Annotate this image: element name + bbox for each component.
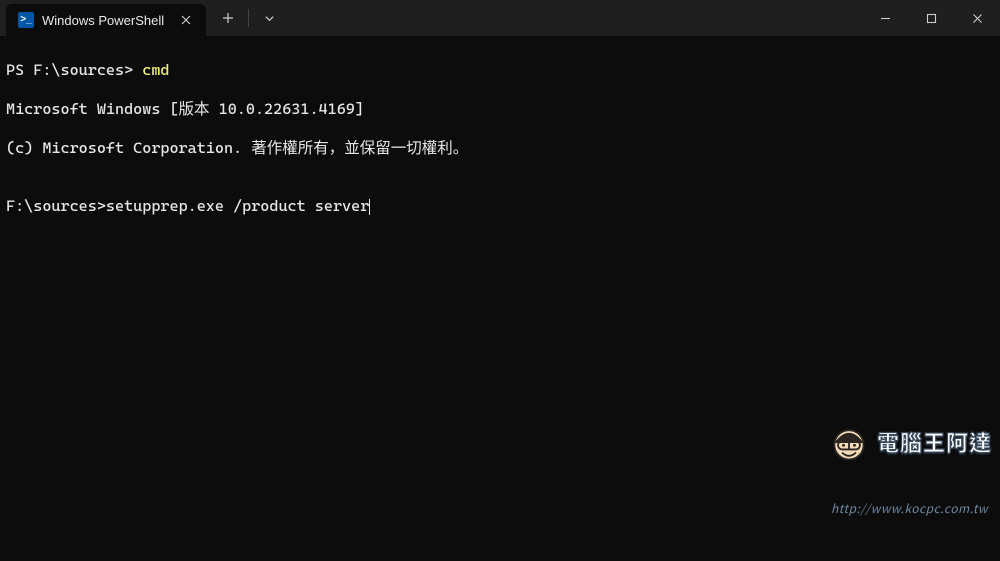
tab-title: Windows PowerShell xyxy=(42,13,168,28)
ps-prompt: PS F:\sources> xyxy=(6,61,142,79)
mascot-icon xyxy=(827,421,871,465)
maximize-button[interactable] xyxy=(908,0,954,36)
chevron-down-icon xyxy=(264,13,275,24)
tab-dropdown-button[interactable] xyxy=(253,4,285,32)
maximize-icon xyxy=(926,13,937,24)
close-icon xyxy=(181,15,191,25)
terminal-line: PS F:\sources> cmd xyxy=(6,61,992,80)
tab-powershell[interactable]: >_ Windows PowerShell xyxy=(6,4,206,36)
cmd-prompt: F:\sources> xyxy=(6,197,106,215)
watermark-brand: 電腦王阿達 xyxy=(877,429,992,457)
new-tab-button[interactable] xyxy=(212,4,244,32)
close-icon xyxy=(972,13,983,24)
close-window-button[interactable] xyxy=(954,0,1000,36)
terminal-body[interactable]: PS F:\sources> cmd Microsoft Windows [版本… xyxy=(0,36,1000,561)
divider xyxy=(248,9,249,27)
tabstrip xyxy=(206,0,862,36)
watermark-url: http://www.kocpc.com.tw xyxy=(827,501,992,516)
minimize-button[interactable] xyxy=(862,0,908,36)
watermark: 電腦王阿達 http://www.kocpc.com.tw xyxy=(827,382,992,555)
minimize-icon xyxy=(880,13,891,24)
terminal-line: (c) Microsoft Corporation. 著作權所有，並保留一切權利… xyxy=(6,139,992,158)
cursor xyxy=(369,199,370,215)
terminal-line: Microsoft Windows [版本 10.0.22631.4169] xyxy=(6,100,992,119)
terminal-window: >_ Windows PowerShell xyxy=(0,0,1000,561)
terminal-line: F:\sources>setupprep.exe /product server xyxy=(6,197,992,216)
window-controls xyxy=(862,0,1000,36)
plus-icon xyxy=(222,12,234,24)
cmd-input: setupprep.exe /product server xyxy=(106,197,369,215)
titlebar: >_ Windows PowerShell xyxy=(0,0,1000,36)
ps-command: cmd xyxy=(142,61,169,79)
powershell-icon: >_ xyxy=(18,12,34,28)
tab-close-button[interactable] xyxy=(176,10,196,30)
